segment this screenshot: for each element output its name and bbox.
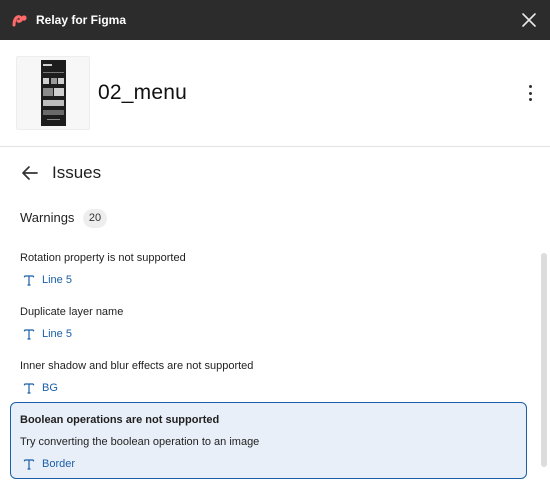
text-layer-icon bbox=[23, 459, 35, 470]
back-arrow-icon[interactable] bbox=[20, 164, 40, 182]
close-icon[interactable] bbox=[520, 11, 538, 29]
warnings-count-badge: 20 bbox=[83, 209, 107, 228]
issue-item[interactable]: Duplicate layer name Line 5 bbox=[20, 305, 520, 341]
layer-link[interactable]: Line 5 bbox=[20, 327, 520, 341]
issue-hint: Try converting the boolean operation to … bbox=[20, 436, 260, 448]
layer-name: Line 5 bbox=[42, 274, 72, 286]
issue-message: Duplicate layer name bbox=[20, 306, 124, 318]
issue-message: Boolean operations are not supported bbox=[20, 414, 220, 426]
layer-link[interactable]: BG bbox=[20, 381, 520, 395]
kebab-dot bbox=[528, 98, 532, 101]
layer-link[interactable]: Border bbox=[20, 457, 517, 471]
text-layer-icon bbox=[23, 383, 35, 394]
issue-item-selected[interactable]: Boolean operations are not supported Try… bbox=[10, 402, 527, 479]
component-name: 02_menu bbox=[98, 81, 187, 104]
layer-link[interactable]: Line 5 bbox=[20, 273, 520, 287]
layer-name: Border bbox=[42, 458, 76, 470]
more-options-button[interactable] bbox=[524, 84, 536, 102]
component-header: 02_menu bbox=[0, 40, 550, 147]
component-thumbnail bbox=[16, 56, 90, 130]
issue-item[interactable]: Inner shadow and blur effects are not su… bbox=[20, 359, 520, 395]
layer-name: Line 5 bbox=[42, 328, 72, 340]
thumbnail-preview bbox=[40, 60, 66, 126]
issue-message: Inner shadow and blur effects are not su… bbox=[20, 360, 254, 372]
issues-title: Issues bbox=[52, 163, 102, 182]
app-title: Relay for Figma bbox=[36, 13, 127, 27]
kebab-dot bbox=[528, 85, 532, 88]
issue-message: Rotation property is not supported bbox=[20, 252, 186, 264]
relay-logo-icon bbox=[12, 15, 27, 27]
title-bar: Relay for Figma bbox=[0, 0, 550, 40]
text-layer-icon bbox=[23, 275, 35, 286]
issue-item[interactable]: Rotation property is not supported Line … bbox=[20, 251, 520, 287]
layer-name: BG bbox=[42, 382, 58, 394]
kebab-dot bbox=[528, 91, 532, 95]
scrollbar-thumb[interactable] bbox=[541, 253, 547, 467]
text-layer-icon bbox=[23, 329, 35, 340]
warnings-label: Warnings bbox=[20, 210, 75, 225]
